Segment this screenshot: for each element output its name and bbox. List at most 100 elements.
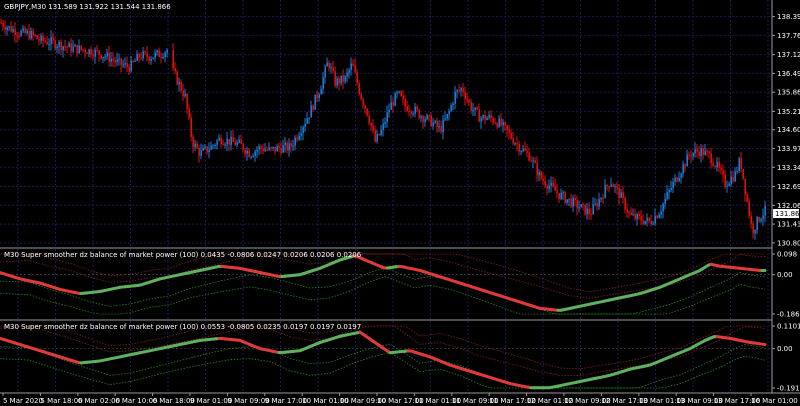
chart-title: GBPJPY,M30 131.589 131.922 131.544 131.8… — [4, 3, 171, 11]
candle-body — [182, 90, 184, 97]
candle-body — [426, 115, 428, 120]
candle-body — [138, 54, 140, 58]
time-tick-label: 5 Mar 18:00 — [40, 397, 82, 405]
candle-body — [328, 62, 330, 69]
candle-body — [316, 94, 318, 99]
candle-body — [552, 182, 554, 186]
candle-body — [746, 194, 748, 202]
candle-body — [636, 214, 638, 219]
candle-body — [472, 109, 474, 111]
candle-body — [136, 54, 138, 61]
candle-body — [56, 46, 58, 49]
candle-body — [520, 151, 522, 153]
price-tick-label: 131.435 — [777, 221, 800, 229]
candle-body — [102, 57, 104, 59]
candle-body — [270, 147, 272, 149]
price-tick-label: 132.695 — [777, 183, 800, 191]
candle-body — [380, 130, 382, 136]
candle-body — [570, 198, 572, 207]
candle-body — [222, 144, 224, 146]
candle-body — [606, 185, 608, 187]
time-tick-label: 6 Mar 18:00 — [153, 397, 195, 405]
candle-body — [358, 83, 360, 94]
candle-body — [538, 171, 540, 176]
candle-body — [560, 193, 562, 199]
candle-body — [548, 185, 550, 189]
candle-body — [436, 120, 438, 127]
candle-body — [180, 81, 182, 91]
candle-body — [734, 171, 736, 182]
price-tick-label: 132.065 — [777, 202, 800, 210]
time-tick-label: 6 Mar 02:00 — [78, 397, 120, 405]
candle-body — [440, 126, 442, 133]
candle-body — [460, 88, 462, 91]
candle-body — [340, 75, 342, 84]
candle-body — [230, 136, 232, 145]
candle-body — [518, 143, 520, 152]
candle-body — [414, 106, 416, 114]
candle-body — [612, 184, 614, 188]
candle-body — [762, 215, 764, 219]
candle-body — [104, 56, 106, 58]
candle-body — [652, 223, 654, 225]
candle-body — [554, 185, 556, 191]
candle-body — [708, 151, 710, 154]
price-tick-label: 136.490 — [777, 70, 800, 78]
candle-body — [462, 88, 464, 93]
candle-body — [84, 49, 86, 53]
candle-body — [542, 178, 544, 181]
current-price-marker: 131.866 — [773, 209, 800, 218]
candle-body — [676, 177, 678, 182]
candle-body — [96, 49, 98, 51]
candle-body — [712, 163, 714, 166]
candle-body — [124, 63, 126, 65]
candle-body — [318, 94, 320, 99]
candle-body — [140, 57, 142, 59]
candle-body — [736, 171, 738, 173]
price-tick-label: 130.805 — [777, 239, 800, 247]
candle-body — [52, 37, 54, 41]
candle-body — [330, 67, 332, 69]
candle-body — [146, 52, 148, 58]
candle-body — [384, 122, 386, 124]
candle-body — [404, 98, 406, 107]
candle-body — [452, 103, 454, 106]
candle-body — [158, 50, 160, 57]
candle-body — [576, 200, 578, 209]
candle-body — [280, 147, 282, 153]
candle-body — [424, 119, 426, 122]
candle-body — [132, 60, 134, 62]
candle-body — [428, 115, 430, 117]
candle-body — [244, 149, 246, 154]
candle-body — [758, 216, 760, 222]
candle-body — [392, 102, 394, 106]
candle-body — [714, 165, 716, 167]
candle-body — [178, 81, 180, 85]
candle-body — [314, 94, 316, 110]
candle-body — [306, 118, 308, 124]
candle-body — [70, 43, 72, 52]
candle-body — [164, 52, 166, 57]
candle-body — [658, 214, 660, 218]
candle-body — [116, 59, 118, 63]
candle-body — [622, 192, 624, 198]
candle-body — [286, 142, 288, 151]
candle-body — [370, 122, 372, 127]
candle-body — [642, 220, 644, 224]
candle-body — [176, 71, 178, 85]
candle-body — [648, 217, 650, 221]
candle-body — [142, 51, 144, 59]
candle-body — [258, 146, 260, 150]
candle-body — [490, 115, 492, 118]
candle-body — [448, 111, 450, 115]
candle-body — [66, 46, 68, 48]
candle-body — [568, 198, 570, 200]
candle-body — [232, 136, 234, 142]
candle-body — [408, 110, 410, 112]
indicator-tick-label: -0.1915 — [777, 385, 800, 393]
candle-body — [350, 63, 352, 70]
indicator-tick-label: 0.00 — [777, 345, 793, 353]
candle-body — [584, 204, 586, 215]
candle-body — [728, 183, 730, 186]
candle-body — [516, 143, 518, 145]
